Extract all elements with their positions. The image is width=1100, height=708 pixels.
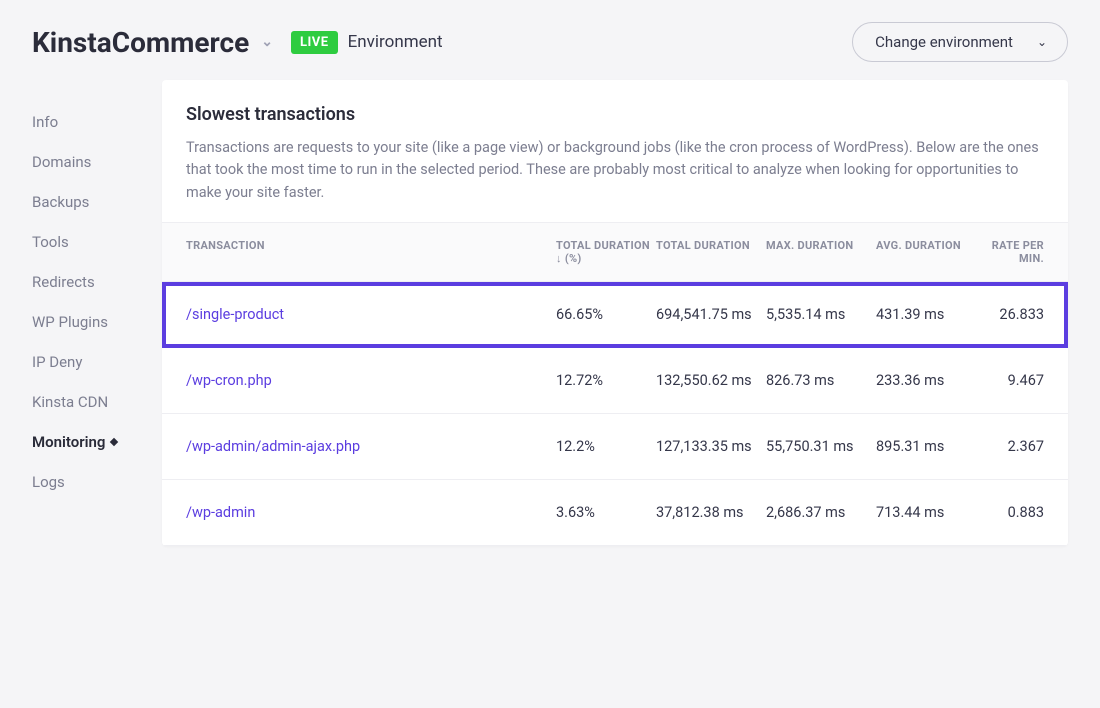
cell-avg: 713.44 ms <box>876 504 986 521</box>
sidebar-item-ip-deny[interactable]: IP Deny <box>32 342 162 382</box>
cell-pct: 12.72% <box>556 372 656 389</box>
sidebar-item-backups[interactable]: Backups <box>32 182 162 222</box>
change-environment-button[interactable]: Change environment ⌄ <box>852 22 1068 62</box>
sidebar-item-logs[interactable]: Logs <box>32 462 162 502</box>
environment-indicator: LIVE Environment <box>291 31 443 54</box>
sidebar-item-domains[interactable]: Domains <box>32 142 162 182</box>
live-badge: LIVE <box>291 31 338 54</box>
chevron-down-icon: ⌄ <box>261 34 273 50</box>
sidebar-item-label: WP Plugins <box>32 313 108 331</box>
table-header: TRANSACTION TOTAL DURATION ↓ (%) TOTAL D… <box>162 222 1068 282</box>
site-title-text: KinstaCommerce <box>32 26 249 59</box>
site-title[interactable]: KinstaCommerce ⌄ <box>32 26 273 59</box>
cell-pct: 12.2% <box>556 438 656 455</box>
cell-total: 132,550.62 ms <box>656 372 766 389</box>
sidebar-item-label: Info <box>32 113 58 131</box>
active-indicator-icon <box>110 438 118 446</box>
sidebar-item-label: Logs <box>32 473 65 491</box>
sidebar-item-info[interactable]: Info <box>32 102 162 142</box>
transaction-link[interactable]: /wp-cron.php <box>186 372 556 389</box>
cell-max: 5,535.14 ms <box>766 306 876 323</box>
sidebar-item-kinsta-cdn[interactable]: Kinsta CDN <box>32 382 162 422</box>
cell-avg: 431.39 ms <box>876 306 986 323</box>
col-avg-duration[interactable]: AVG. DURATION <box>876 239 986 265</box>
col-transaction[interactable]: TRANSACTION <box>186 239 556 265</box>
col-total-duration[interactable]: TOTAL DURATION <box>656 239 766 265</box>
main-panel: Slowest transactions Transactions are re… <box>162 80 1068 546</box>
sidebar-item-label: Domains <box>32 153 91 171</box>
table-row[interactable]: /wp-admin 3.63% 37,812.38 ms 2,686.37 ms… <box>162 480 1068 546</box>
table-row[interactable]: /wp-cron.php 12.72% 132,550.62 ms 826.73… <box>162 348 1068 414</box>
col-rate[interactable]: RATE PER MIN. <box>986 239 1044 265</box>
transaction-link[interactable]: /wp-admin/admin-ajax.php <box>186 438 556 455</box>
cell-max: 2,686.37 ms <box>766 504 876 521</box>
cell-rate: 9.467 <box>986 372 1044 389</box>
sidebar-item-wp-plugins[interactable]: WP Plugins <box>32 302 162 342</box>
change-environment-label: Change environment <box>875 33 1013 51</box>
chevron-down-icon: ⌄ <box>1037 35 1047 49</box>
table-row[interactable]: /single-product 66.65% 694,541.75 ms 5,5… <box>162 282 1068 348</box>
transaction-link[interactable]: /wp-admin <box>186 504 556 521</box>
sidebar-item-label: Redirects <box>32 273 95 291</box>
sidebar-item-label: Backups <box>32 193 89 211</box>
cell-pct: 66.65% <box>556 306 656 323</box>
cell-avg: 895.31 ms <box>876 438 986 455</box>
cell-total: 127,133.35 ms <box>656 438 766 455</box>
col-max-duration[interactable]: MAX. DURATION <box>766 239 876 265</box>
sidebar-item-redirects[interactable]: Redirects <box>32 262 162 302</box>
cell-max: 55,750.31 ms <box>766 438 876 455</box>
panel-description: Transactions are requests to your site (… <box>186 137 1044 204</box>
cell-pct: 3.63% <box>556 504 656 521</box>
sidebar-item-label: Tools <box>32 233 69 251</box>
sidebar-item-label: IP Deny <box>32 353 82 371</box>
sidebar-item-label: Monitoring <box>32 433 105 451</box>
cell-rate: 0.883 <box>986 504 1044 521</box>
cell-avg: 233.36 ms <box>876 372 986 389</box>
transactions-table: TRANSACTION TOTAL DURATION ↓ (%) TOTAL D… <box>162 222 1068 546</box>
cell-total: 694,541.75 ms <box>656 306 766 323</box>
col-total-pct[interactable]: TOTAL DURATION ↓ (%) <box>556 239 656 265</box>
cell-total: 37,812.38 ms <box>656 504 766 521</box>
cell-rate: 2.367 <box>986 438 1044 455</box>
environment-label: Environment <box>348 32 443 52</box>
cell-rate: 26.833 <box>986 306 1044 323</box>
transaction-link[interactable]: /single-product <box>186 306 556 323</box>
panel-title: Slowest transactions <box>186 104 1044 125</box>
sidebar-item-monitoring[interactable]: Monitoring <box>32 422 162 462</box>
table-row[interactable]: /wp-admin/admin-ajax.php 12.2% 127,133.3… <box>162 414 1068 480</box>
sidebar: Info Domains Backups Tools Redirects WP … <box>32 80 162 546</box>
sidebar-item-tools[interactable]: Tools <box>32 222 162 262</box>
cell-max: 826.73 ms <box>766 372 876 389</box>
sidebar-item-label: Kinsta CDN <box>32 393 108 411</box>
